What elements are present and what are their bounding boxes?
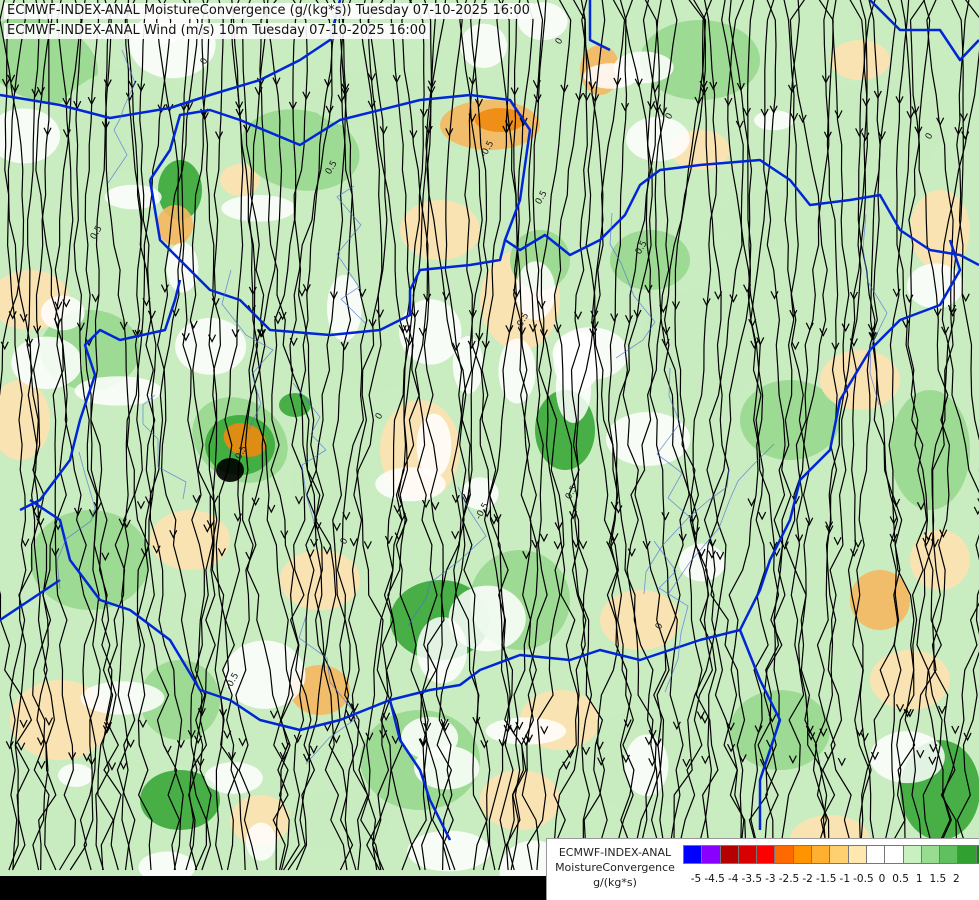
map-title-wind: ECMWF-INDEX-ANAL Wind (m/s) 10m Tuesday … [4, 23, 430, 39]
legend-model-name: ECMWF-INDEX-ANAL [558, 846, 672, 859]
legend-swatch [865, 845, 886, 864]
legend-tick-label: 1 [915, 873, 923, 885]
field-patch-neutral [11, 336, 83, 389]
weather-map: 00.5-0.500.50-0.50.500.5-0.500.50-0.50.5… [0, 0, 979, 900]
color-legend: ECMWF-INDEX-ANAL MoistureConvergence g/(… [546, 838, 979, 900]
legend-tick-label: 0 [878, 873, 886, 885]
field-patch-neutral [485, 717, 567, 745]
legend-swatch [957, 845, 977, 864]
legend-tick-label: 0.5 [892, 873, 909, 885]
legend-label: ECMWF-INDEX-ANAL MoistureConvergence g/(… [547, 845, 683, 890]
legend-swatch [902, 845, 922, 864]
field-patch [120, 590, 200, 650]
legend-swatch [774, 845, 794, 864]
legend-ticks: -5 -4.5 -4 -3.5 -3 -2.5 -2 -1.5 -1 -0.5 0 0.5 1 1.5 2 [684, 873, 974, 887]
legend-tick-label: -4 [727, 873, 739, 885]
field-patch-neutral [583, 63, 639, 89]
legend-tick-label: 2 [953, 873, 960, 885]
legend-tick-label: -2 [802, 873, 813, 885]
field-patch-neutral [58, 763, 94, 788]
field-patch [150, 510, 230, 570]
map-stage: 0 0.5 -0.5 0 0.5 0 -0.5 0.5 0 0.5 -0.5 0 0.5 0 -0.5 0.5… [0, 0, 979, 900]
field-patch [890, 390, 970, 510]
bottom-bar [0, 876, 546, 900]
legend-tick-label: -0.5 [853, 873, 874, 885]
legend-swatch [737, 845, 758, 864]
field-patch [820, 350, 900, 410]
legend-swatch [756, 845, 776, 864]
legend-swatch [792, 845, 813, 864]
field-patch [830, 40, 890, 80]
legend-swatch [920, 845, 941, 864]
legend-swatch [701, 845, 721, 864]
legend-units: g/(kg*s) [593, 876, 637, 889]
legend-swatch [811, 845, 831, 864]
legend-swatch [683, 845, 703, 864]
field-patch [640, 290, 760, 410]
legend-tick-label: -4.5 [704, 873, 725, 885]
legend-tick-label: -5 [690, 873, 702, 885]
map-title-moisture: ECMWF-INDEX-ANAL MoistureConvergence (g/… [4, 3, 533, 19]
field-patch [30, 510, 150, 610]
legend-tick-label: -3.5 [741, 873, 763, 885]
legend-swatch [884, 845, 904, 864]
legend-swatch [939, 845, 959, 864]
legend-parameter-name: MoistureConvergence [555, 861, 675, 874]
legend-swatch [847, 845, 867, 864]
field-patch-neutral [375, 467, 446, 502]
legend-swatch [719, 845, 739, 864]
field-patch-neutral [869, 731, 945, 784]
legend-tick-label: -2.5 [778, 873, 800, 885]
legend-swatches [683, 845, 979, 864]
field-patch-neutral [221, 194, 296, 222]
legend-tick-label: -1 [839, 873, 851, 885]
legend-swatch [829, 845, 849, 864]
legend-tick-label: -1.5 [815, 873, 837, 885]
field-patch [157, 205, 193, 245]
legend-tick-label: 1.5 [929, 873, 947, 885]
legend-tick-label: -3 [765, 873, 776, 885]
field-patch-neutral [448, 585, 526, 652]
